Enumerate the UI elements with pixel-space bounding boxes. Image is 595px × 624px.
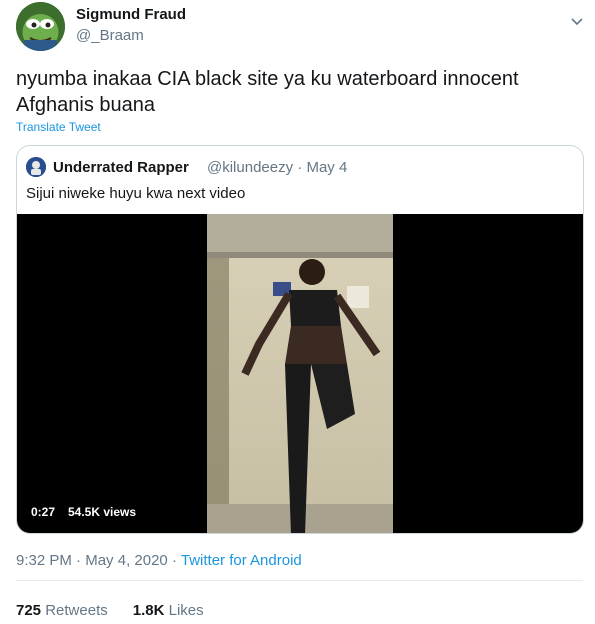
- quoted-date[interactable]: May 4: [306, 159, 347, 176]
- tweet-stats: 725 Retweets 1.8K Likes: [16, 602, 204, 619]
- quoted-author-name[interactable]: Underrated Rapper: [53, 159, 189, 176]
- quoted-author-meta: @kilundeezy · May 4: [207, 159, 347, 176]
- retweets-count: 725: [16, 602, 42, 619]
- likes-count: 1.8K: [132, 602, 165, 619]
- video-thumbnail: [207, 214, 393, 533]
- video-views: 54.5K views: [68, 505, 137, 519]
- video-player[interactable]: 0:27 54.5K views: [17, 214, 583, 533]
- chevron-down-icon[interactable]: [571, 18, 583, 26]
- video-duration: 0:27: [31, 505, 56, 519]
- divider: [16, 580, 583, 581]
- quoted-tweet[interactable]: Underrated Rapper @kilundeezy · May 4 Si…: [16, 145, 584, 534]
- tweet-time[interactable]: 9:32 PM: [16, 552, 72, 569]
- author-avatar[interactable]: [16, 2, 65, 51]
- tweet-source-link[interactable]: Twitter for Android: [181, 552, 302, 569]
- tweet-text: nyumba inakaa CIA black site ya ku water…: [16, 68, 519, 116]
- tweet-meta: 9:32 PM · May 4, 2020 · Twitter for Andr…: [16, 552, 302, 569]
- author-display-name[interactable]: Sigmund Fraud: [76, 6, 186, 23]
- separator-dot: ·: [76, 552, 86, 569]
- quoted-tweet-text: Sijui niweke huyu kwa next video: [26, 185, 246, 202]
- tweet-date[interactable]: May 4, 2020: [85, 552, 168, 569]
- translate-tweet-link[interactable]: Translate Tweet: [16, 120, 101, 134]
- retweets-stat[interactable]: 725 Retweets: [16, 602, 108, 619]
- retweets-label: Retweets: [45, 602, 108, 619]
- separator-dot: ·: [171, 552, 181, 569]
- quoted-author-handle[interactable]: @kilundeezy: [207, 159, 293, 176]
- likes-stat[interactable]: 1.8K Likes: [133, 602, 204, 619]
- author-handle[interactable]: @_Braam: [76, 27, 144, 44]
- likes-label: Likes: [168, 602, 204, 619]
- quoted-author-avatar[interactable]: [26, 157, 46, 177]
